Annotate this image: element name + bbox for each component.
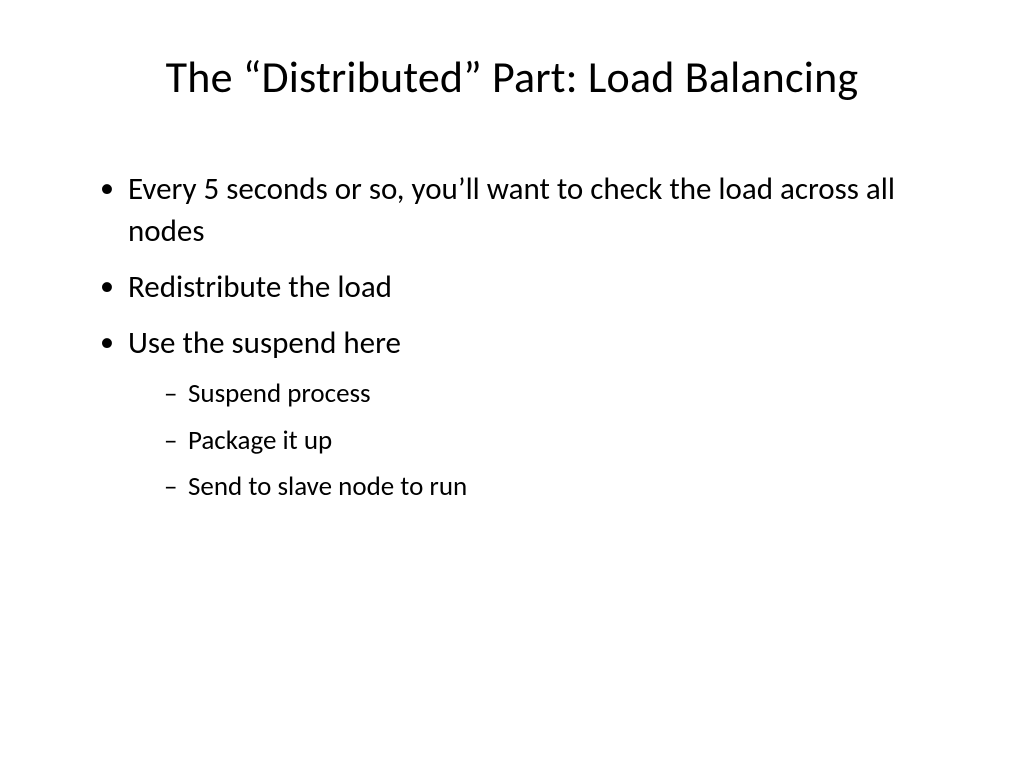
sub-bullet-item: Send to slave node to run bbox=[164, 469, 954, 505]
slide-container: The “Distributed” Part: Load Balancing E… bbox=[0, 0, 1024, 768]
bullet-text: Redistribute the load bbox=[128, 268, 392, 306]
sub-bullet-list: Suspend process Package it up Send to sl… bbox=[128, 376, 954, 505]
sub-bullet-text: Send to slave node to run bbox=[188, 470, 467, 503]
bullet-item: Use the suspend here Suspend process Pac… bbox=[100, 323, 954, 506]
sub-bullet-text: Suspend process bbox=[188, 377, 371, 410]
sub-bullet-text: Package it up bbox=[188, 424, 332, 457]
slide-title: The “Distributed” Part: Load Balancing bbox=[70, 50, 954, 104]
bullet-text: Every 5 seconds or so, you’ll want to ch… bbox=[128, 170, 895, 250]
bullet-list: Every 5 seconds or so, you’ll want to ch… bbox=[70, 169, 954, 506]
bullet-item: Every 5 seconds or so, you’ll want to ch… bbox=[100, 169, 954, 253]
bullet-text: Use the suspend here bbox=[128, 324, 401, 362]
sub-bullet-item: Package it up bbox=[164, 423, 954, 459]
bullet-item: Redistribute the load bbox=[100, 267, 954, 309]
sub-bullet-item: Suspend process bbox=[164, 376, 954, 412]
